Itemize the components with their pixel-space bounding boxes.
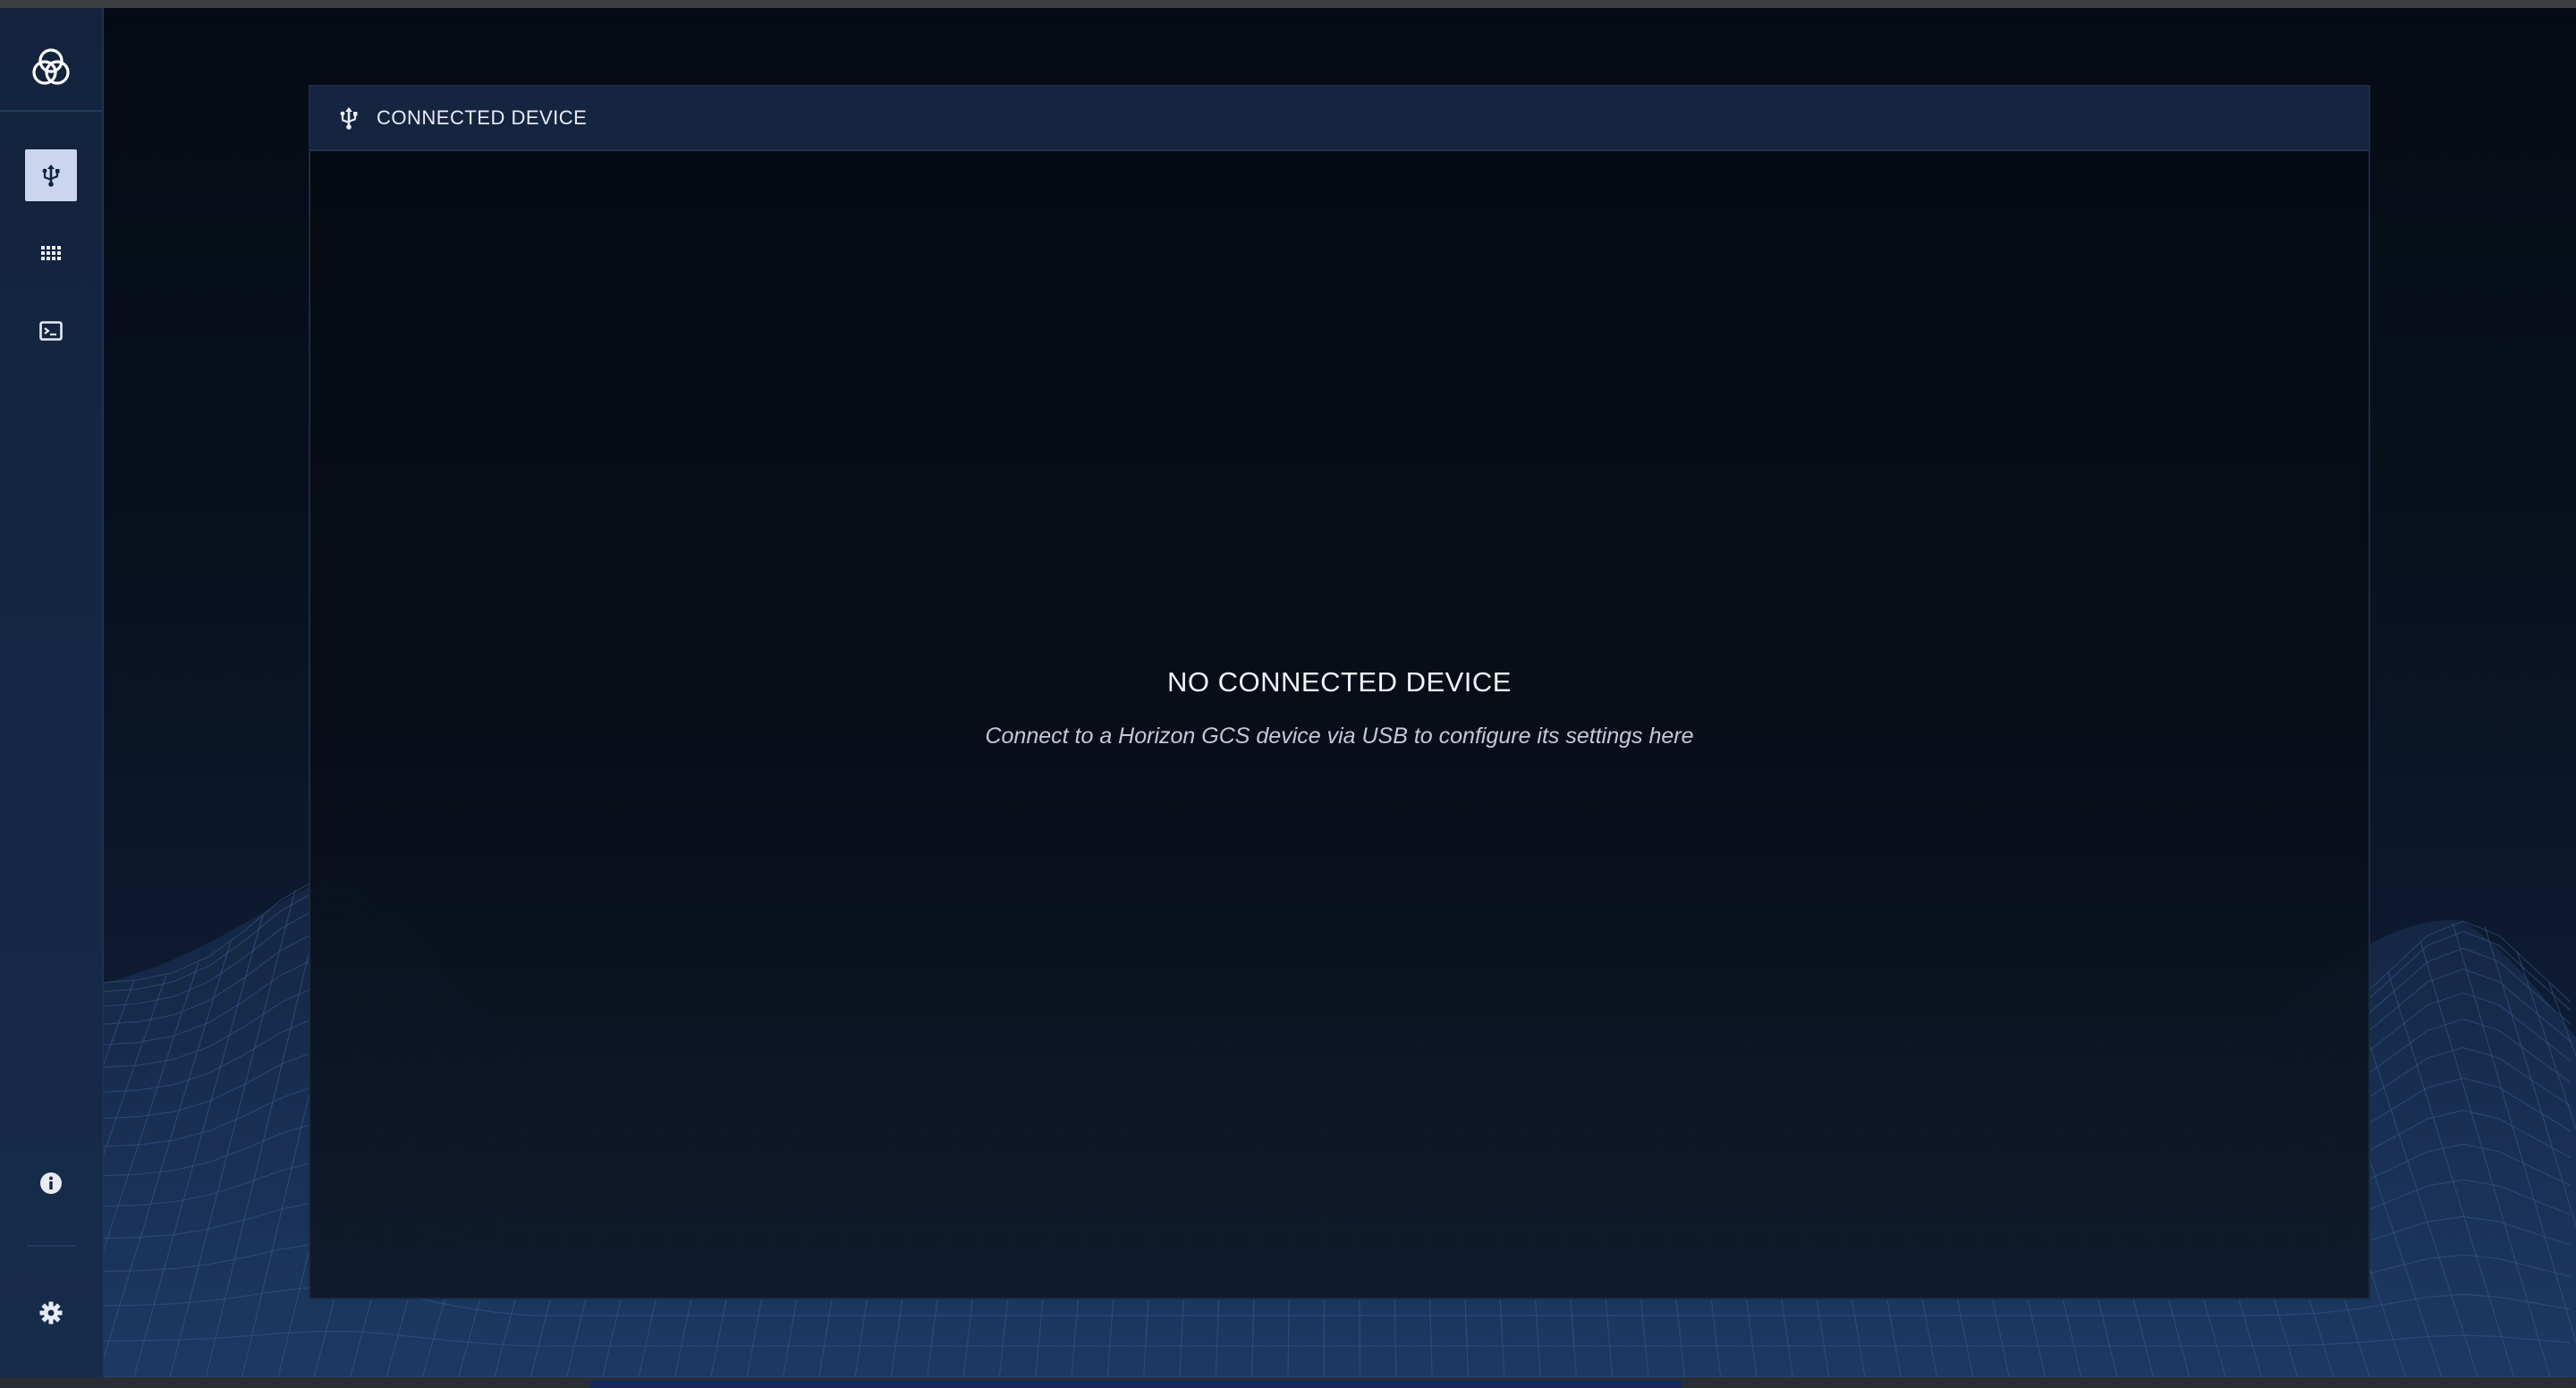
nav-connected-device[interactable]	[25, 149, 77, 201]
app-window: CONNECTED DEVICE NO CONNECTED DEVICE Con…	[0, 0, 2576, 1388]
window-bottom-bar	[0, 1377, 2576, 1388]
app-logo-icon[interactable]	[27, 42, 75, 90]
window-top-bar	[0, 0, 2576, 8]
gear-icon	[39, 1301, 63, 1325]
sidebar-bottom-divider	[27, 1245, 77, 1247]
nav-grid[interactable]	[25, 227, 77, 279]
info-icon	[40, 1172, 62, 1194]
bottom-bar-accent	[590, 1380, 1682, 1388]
sidebar	[0, 8, 104, 1377]
usb-icon	[42, 165, 60, 187]
grid-icon	[41, 246, 61, 260]
empty-state-message: Connect to a Horizon GCS device via USB …	[985, 724, 1694, 749]
sidebar-divider	[0, 110, 102, 112]
nav-terminal[interactable]	[25, 305, 77, 357]
terminal-icon	[39, 321, 63, 341]
nav-info[interactable]	[25, 1157, 77, 1209]
panel-title: CONNECTED DEVICE	[377, 106, 588, 129]
usb-icon	[340, 107, 358, 130]
connected-device-panel: CONNECTED DEVICE NO CONNECTED DEVICE Con…	[309, 85, 2370, 1299]
panel-header: CONNECTED DEVICE	[310, 87, 2368, 151]
empty-state-title: NO CONNECTED DEVICE	[1167, 666, 1512, 698]
nav-settings[interactable]	[25, 1287, 77, 1339]
